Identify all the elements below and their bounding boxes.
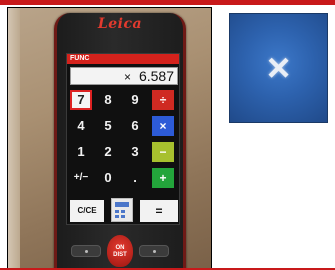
key-9[interactable]: 9 — [124, 90, 146, 110]
on-label: ON — [115, 245, 125, 251]
hardware-button-pad: ON DIST — [57, 235, 183, 268]
zoomed-multiply-key: × — [229, 13, 328, 123]
divide-key[interactable]: ÷ — [152, 90, 174, 110]
equals-button[interactable]: = — [140, 200, 178, 222]
key-5[interactable]: 5 — [97, 116, 119, 136]
brand-logo: Leica — [97, 16, 143, 32]
right-hardware-button[interactable] — [139, 245, 169, 257]
calculator-icon — [111, 198, 133, 222]
key-1[interactable]: 1 — [70, 142, 92, 162]
plus-minus-key[interactable]: +/− — [70, 168, 92, 188]
key-4[interactable]: 4 — [70, 116, 92, 136]
bottom-key-row: C/CE = — [70, 198, 178, 222]
on-dist-button[interactable]: ON DIST — [107, 235, 133, 267]
mode-title: FUNC — [67, 54, 179, 64]
subtract-key[interactable]: − — [152, 142, 174, 162]
add-key[interactable]: + — [152, 168, 174, 188]
multiply-key[interactable]: × — [152, 116, 174, 136]
dist-label: DIST — [113, 252, 127, 258]
left-hardware-button[interactable] — [71, 245, 101, 257]
key-8[interactable]: 8 — [97, 90, 119, 110]
calculator-display: × 6.587 — [70, 67, 178, 85]
clear-button[interactable]: C/CE — [70, 200, 104, 222]
decimal-key[interactable]: . — [124, 168, 146, 188]
key-6[interactable]: 6 — [124, 116, 146, 136]
key-2[interactable]: 2 — [97, 142, 119, 162]
device-photo: Leica FUNC × 6.587 7 8 9 ÷ 4 5 6 × 1 2 3 … — [7, 7, 212, 269]
key-7[interactable]: 7 — [70, 90, 92, 110]
display-operator: × — [123, 70, 131, 84]
top-accent-bar — [0, 0, 335, 5]
display-value: 6.587 — [138, 68, 174, 84]
device-screen: FUNC × 6.587 7 8 9 ÷ 4 5 6 × 1 2 3 − +/− … — [66, 53, 180, 225]
multiply-icon: × — [266, 46, 291, 90]
laser-meter-device: Leica FUNC × 6.587 7 8 9 ÷ 4 5 6 × 1 2 3 … — [54, 13, 186, 268]
key-0[interactable]: 0 — [97, 168, 119, 188]
key-3[interactable]: 3 — [124, 142, 146, 162]
